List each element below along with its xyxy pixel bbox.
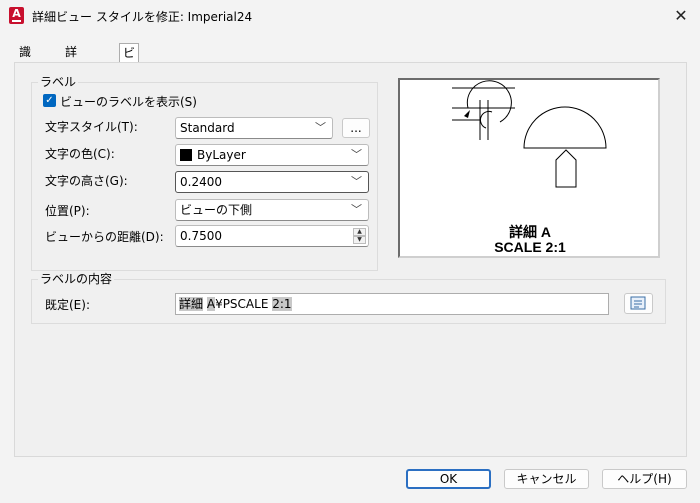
- tab-detail-boundary[interactable]: 詳細境界: [62, 43, 80, 116]
- spinner-buttons[interactable]: ▲ ▼: [353, 228, 366, 244]
- text-color-label: 文字の色(C):: [45, 147, 115, 161]
- text-style-dropdown[interactable]: Standard ﹀: [175, 117, 333, 139]
- help-button[interactable]: ヘルプ(H): [602, 469, 687, 489]
- ok-button[interactable]: OK: [406, 469, 491, 489]
- show-label-checkbox-label[interactable]: ビューのラベルを表示(S): [60, 93, 197, 110]
- autocad-app-icon: A: [9, 7, 24, 24]
- show-label-checkbox[interactable]: ✓: [43, 94, 56, 107]
- chevron-down-icon: ﹀: [315, 121, 326, 134]
- field-token-id: A: [206, 297, 216, 311]
- spin-up-icon[interactable]: ▲: [353, 228, 366, 236]
- insert-field-icon: [630, 296, 646, 310]
- window-title: 詳細ビュー スタイルを修正: Imperial24: [32, 10, 253, 24]
- text-color-value: ByLayer: [197, 148, 246, 162]
- chevron-down-icon: ﹀: [351, 203, 362, 216]
- text-height-dropdown[interactable]: 0.2400 ﹀: [175, 171, 369, 193]
- label-preview: 詳細 A SCALE 2:1: [398, 78, 660, 258]
- text-height-value: 0.2400: [180, 175, 222, 189]
- field-token-detail: 詳細: [179, 297, 204, 311]
- tab-view-label[interactable]: ビュー ラベル: [119, 43, 140, 155]
- offset-label: ビューからの距離(D):: [45, 230, 164, 244]
- offset-spinner[interactable]: 0.7500 ▲ ▼: [175, 225, 369, 247]
- tab-identifier[interactable]: 識別子: [16, 43, 34, 97]
- text-color-dropdown[interactable]: ByLayer ﹀: [175, 144, 369, 166]
- label-contents-group-title: ラベルの内容: [38, 272, 115, 286]
- field-token-scale: 2:1: [272, 297, 292, 311]
- position-label: 位置(P):: [45, 204, 90, 218]
- color-swatch-icon: [180, 149, 192, 161]
- default-label: 既定(E):: [45, 298, 90, 312]
- label-contents-field[interactable]: 詳細 A¥PSCALE 2:1: [175, 293, 609, 315]
- text-style-value: Standard: [180, 121, 235, 135]
- chevron-down-icon: ﹀: [351, 148, 362, 161]
- label-group-title: ラベル: [38, 75, 79, 89]
- close-icon[interactable]: ✕: [671, 6, 691, 26]
- text-height-label: 文字の高さ(G):: [45, 174, 128, 188]
- browse-text-style-button[interactable]: ...: [342, 118, 370, 138]
- field-literal-text: ¥PSCALE: [215, 297, 273, 311]
- chevron-down-icon: ﹀: [351, 175, 362, 188]
- position-value: ビューの下側: [180, 203, 253, 217]
- title-bar: A 詳細ビュー スタイルを修正: Imperial24 ✕: [0, 0, 700, 32]
- cancel-button[interactable]: キャンセル: [504, 469, 589, 489]
- preview-label-line2: SCALE 2:1: [494, 239, 566, 255]
- text-style-label: 文字スタイル(T):: [45, 120, 138, 134]
- insert-field-button[interactable]: [624, 293, 653, 314]
- spin-down-icon[interactable]: ▼: [353, 236, 366, 244]
- position-dropdown[interactable]: ビューの下側 ﹀: [175, 199, 369, 221]
- offset-value: 0.7500: [180, 229, 222, 243]
